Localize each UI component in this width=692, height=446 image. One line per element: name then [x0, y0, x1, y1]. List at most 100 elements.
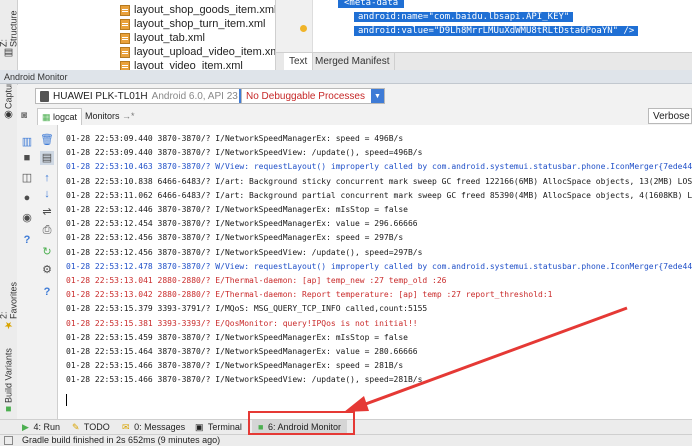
tree-item-label: layout_shop_turn_item.xml [134, 18, 266, 30]
tab-logcat-label: logcat [53, 112, 78, 122]
structure-tool-tab[interactable]: ▤ Z: Structure [0, 4, 19, 60]
structure-icon: ▤ [3, 47, 14, 58]
monitor-side-toolbar: ▥ ■ ◫ ● ◉ ? [17, 125, 38, 420]
soft-wrap-icon[interactable]: ⇌ [40, 205, 54, 219]
log-line: 01-28 22:53:15.379 3393-3791/? I/MQoS: M… [66, 304, 428, 314]
phone-icon [40, 90, 49, 102]
logcat-output[interactable]: 01-28 22:53:09.440 3870-3870/? I/Network… [58, 125, 692, 420]
log-line: 01-28 22:53:15.464 3870-3870/? I/Network… [66, 347, 418, 356]
tab-todo[interactable]: ✎ TODO [72, 420, 110, 435]
todo-icon: ✎ [72, 422, 80, 432]
favorites-tool-label: 2: Favorites [0, 281, 19, 319]
status-text: Gradle build finished in 2s 652ms (9 min… [22, 435, 221, 445]
device-detail: Android 6.0, API 23 [151, 90, 238, 102]
device-name: HUAWEI PLK-TL01H [53, 90, 148, 102]
xml-file-icon [120, 32, 130, 44]
xml-file-icon [120, 46, 130, 58]
print-icon[interactable]: ⎙ [40, 223, 54, 237]
help-icon[interactable]: ? [20, 233, 34, 247]
build-variants-tool-tab[interactable]: ■ Build Variants [1, 346, 16, 416]
tree-item-label: layout_tab.xml [134, 32, 205, 44]
code-line: <meta-data [338, 0, 405, 8]
tree-item[interactable]: layout_shop_goods_item.xml [120, 3, 276, 17]
tab-text[interactable]: Text [284, 53, 314, 70]
tab-terminal[interactable]: ▣ Terminal [195, 420, 242, 435]
log-line: 01-28 22:53:12.478 3870-3870/? W/View: r… [66, 261, 692, 271]
log-line: 01-28 22:53:15.459 3870-3870/? I/Network… [66, 332, 408, 342]
status-bar: Gradle build finished in 2s 652ms (9 min… [0, 434, 692, 446]
log-line: 01-28 22:53:15.466 3870-3870/? I/Network… [66, 361, 404, 371]
build-variants-tool-label: Build Variants [3, 348, 14, 403]
circle-icon[interactable]: ◉ [20, 211, 34, 225]
tab-todo-label: TODO [83, 422, 110, 432]
logcat-side-toolbar: 🗑 ▤ ↑ ↓ ⇌ ⎙ ↻ ⚙ ? [37, 125, 58, 420]
tab-merged-manifest[interactable]: Merged Manifest [310, 53, 396, 70]
arrow-up-icon[interactable]: ↑ [40, 171, 54, 185]
help-icon[interactable]: ? [40, 285, 54, 299]
arrow-down-icon[interactable]: ↓ [40, 187, 54, 201]
process-label: No Debuggable Processes [246, 90, 365, 102]
log-line: 01-28 22:53:12.454 3870-3870/? I/Network… [66, 219, 418, 229]
log-line: 01-28 22:53:15.466 3870-3870/? I/Network… [66, 375, 423, 385]
tree-item-label: layout_shop_goods_item.xml [134, 4, 276, 16]
device-dropdown[interactable]: HUAWEI PLK-TL01H Android 6.0, API 23 ▼ [35, 88, 253, 104]
android-icon: ■ [3, 403, 14, 414]
star-icon: ★ [3, 319, 14, 330]
editor-code-area[interactable]: <meta-data android:name="com.baidu.lbsap… [314, 0, 692, 52]
tree-item[interactable]: layout_upload_video_item.xml [120, 45, 276, 59]
android-monitor-header: Android Monitor [0, 70, 692, 84]
code-line: android:value="D9Lh8MrrLMUuXdWMU8tRLtDst… [354, 26, 639, 36]
tab-monitors[interactable]: Monitors →* [81, 108, 139, 124]
log-line: 01-28 22:53:12.456 3870-3870/? I/Network… [66, 247, 423, 257]
tab-messages-label: 0: Messages [134, 422, 186, 432]
code-editor[interactable]: <meta-data android:name="com.baidu.lbsap… [276, 0, 692, 52]
camera-icon[interactable]: ◙ [21, 110, 33, 122]
structure-tool-label: Z: Structure [0, 10, 19, 47]
chevron-down-icon: ▼ [371, 89, 384, 103]
logcat-toolbar: ◙ ▦ logcat Monitors →* Verbose [17, 107, 692, 126]
tree-item-label: layout_upload_video_item.xml [134, 46, 276, 58]
tab-messages[interactable]: ✉ 0: Messages [122, 420, 185, 435]
tree-item[interactable]: layout_video_item.xml [120, 59, 243, 70]
stop-icon[interactable]: ■ [20, 151, 34, 165]
process-dropdown[interactable]: No Debuggable Processes ▼ [241, 88, 385, 104]
device-bar: HUAWEI PLK-TL01H Android 6.0, API 23 ▼ N… [17, 85, 692, 108]
panel-toggle-icon[interactable] [4, 436, 13, 445]
restart-icon[interactable]: ↻ [40, 245, 54, 259]
scroll-to-end-icon[interactable]: ▤ [40, 151, 54, 165]
log-line: 01-28 22:53:10.838 6466-6483/? I/art: Ba… [66, 176, 692, 186]
tab-logcat[interactable]: ▦ logcat [37, 108, 83, 125]
editor-gutter [276, 0, 313, 52]
tree-item[interactable]: layout_tab.xml [120, 31, 205, 45]
log-line: 01-28 22:53:11.062 6466-6483/? I/art: Ba… [66, 190, 692, 200]
clear-log-icon[interactable]: 🗑 [40, 133, 54, 147]
messages-icon: ✉ [122, 422, 130, 432]
log-line: 01-28 22:53:13.042 2880-2880/? E/Thermal… [66, 290, 553, 300]
xml-file-icon [120, 4, 130, 16]
favorites-tool-tab[interactable]: ★ 2: Favorites [0, 281, 19, 332]
pin-icon: →* [122, 111, 135, 121]
log-line: 01-28 22:53:15.381 3393-3393/? E/QosMoni… [66, 318, 418, 328]
tab-run[interactable]: ▶ 4: Run [22, 420, 60, 435]
play-icon: ▶ [22, 422, 29, 432]
tree-item[interactable]: layout_shop_turn_item.xml [120, 17, 265, 31]
tree-item-label: layout_video_item.xml [134, 60, 243, 70]
logcat-icon: ▦ [42, 112, 51, 122]
log-line: 01-28 22:53:13.041 2880-2880/? E/Thermal… [66, 276, 447, 285]
settings-icon[interactable]: ⚙ [40, 263, 54, 277]
tab-monitors-label: Monitors [85, 111, 120, 121]
record-icon[interactable]: ● [20, 191, 34, 205]
code-line: android:name="com.baidu.lbsapi.API_KEY" [354, 12, 574, 22]
text-cursor [66, 394, 67, 406]
log-level-dropdown[interactable]: Verbose [648, 108, 692, 124]
log-line: 01-28 22:53:12.456 3870-3870/? I/Network… [66, 233, 404, 243]
bulb-icon[interactable] [300, 25, 307, 32]
annotation-highlight-box [248, 411, 355, 435]
trash-icon[interactable]: ▥ [20, 135, 34, 149]
log-line: 01-28 22:53:09.440 3870-3870/? I/Network… [66, 134, 404, 143]
project-tree: layout_shop_goods_item.xml layout_shop_t… [18, 0, 276, 70]
log-line: 01-28 22:53:09.440 3870-3870/? I/Network… [66, 148, 423, 158]
left-tool-strip: ▤ Z: Structure ◉ Captures ★ 2: Favorites… [0, 0, 19, 432]
screen-record-icon[interactable]: ◫ [20, 171, 34, 185]
tab-terminal-label: Terminal [207, 422, 242, 432]
